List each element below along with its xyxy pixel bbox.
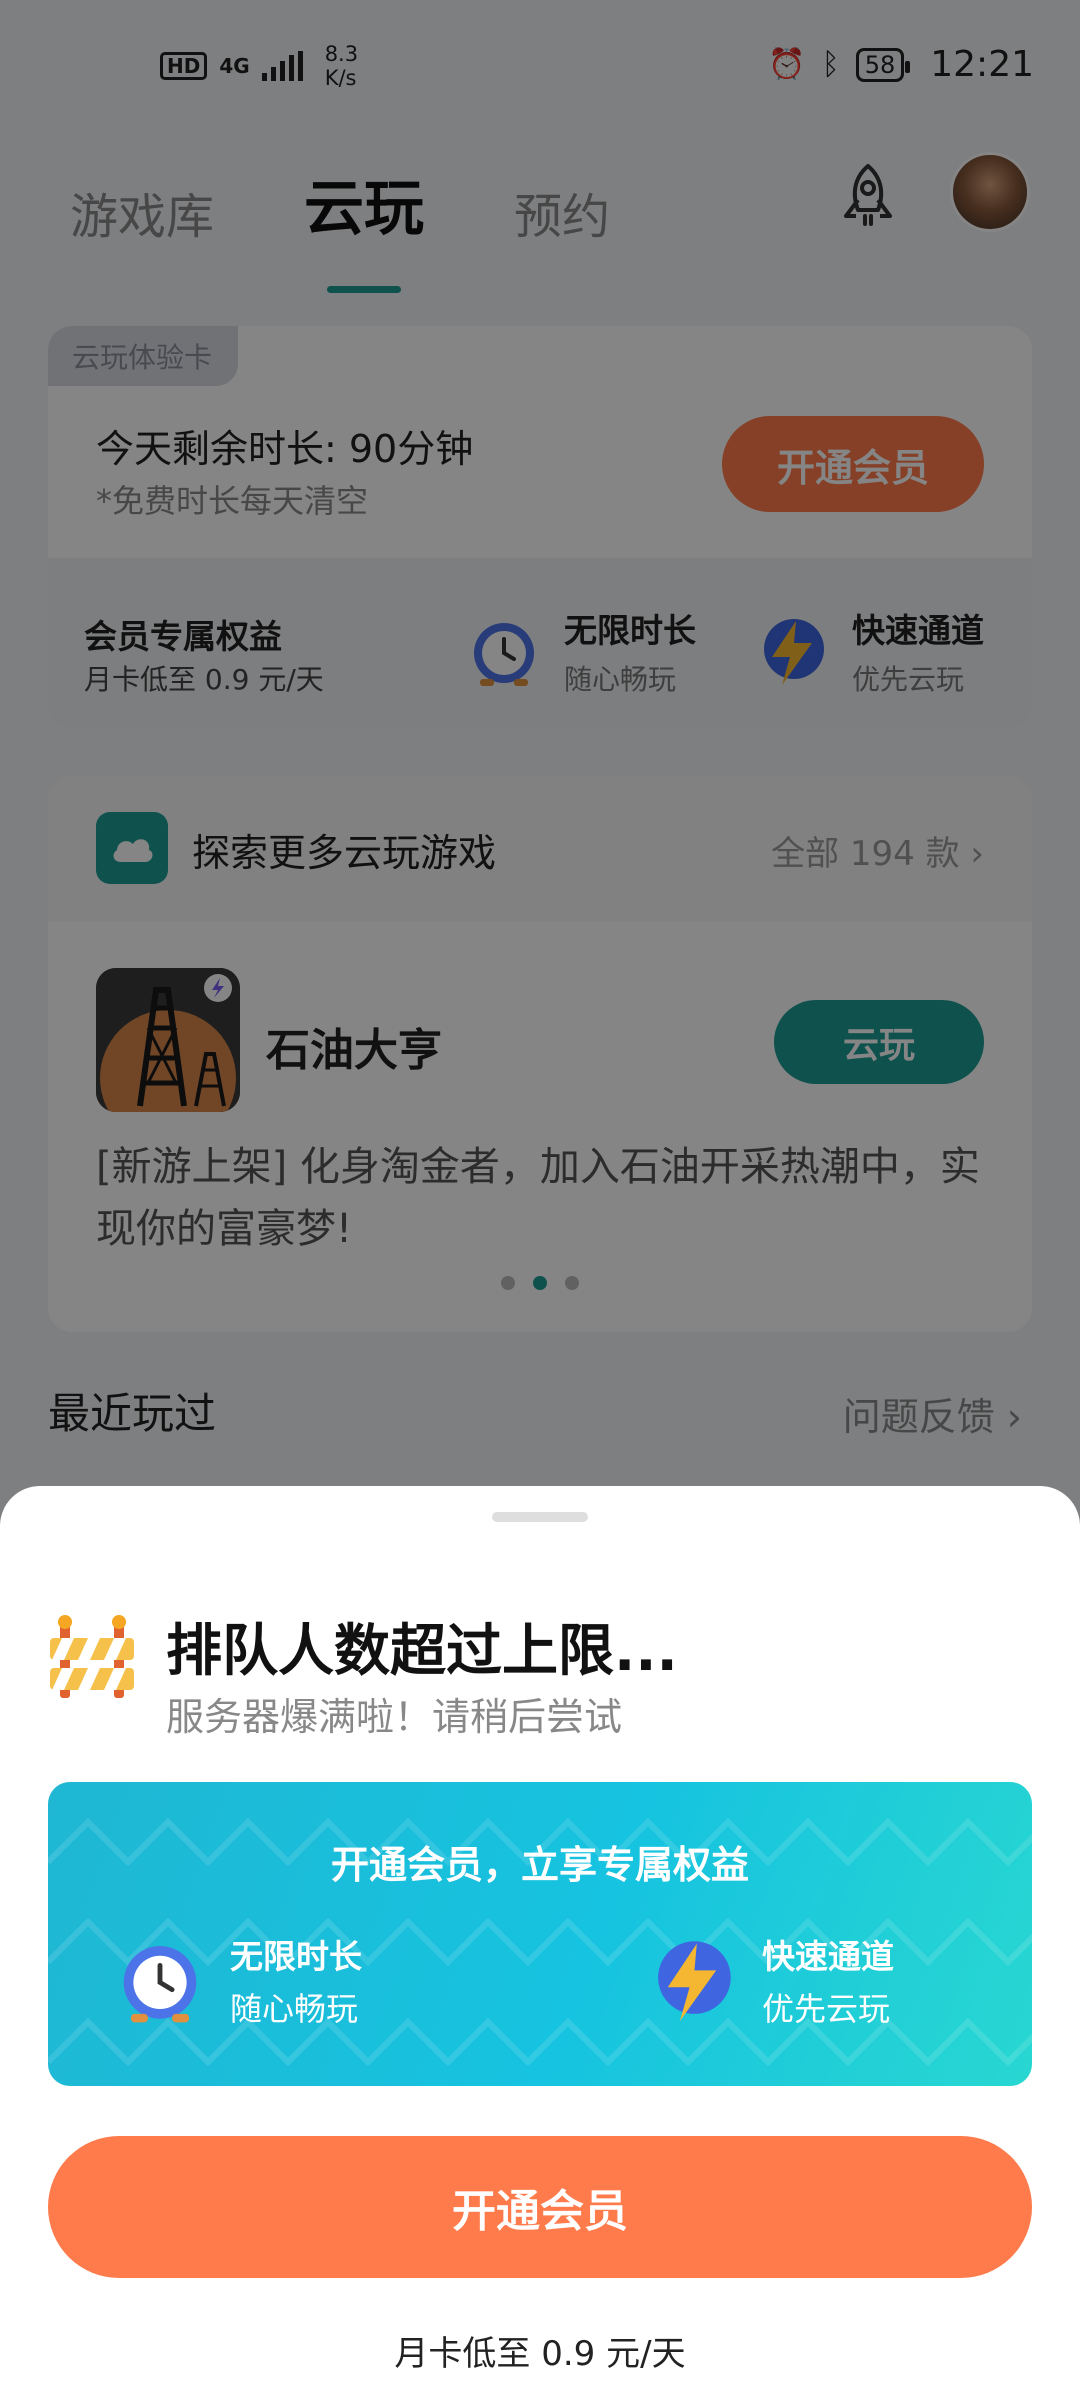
sheet-subtitle: 服务器爆满啦！请稍后尝试: [166, 1695, 623, 1739]
banner-perk-fast-lane-desc: 优先云玩: [762, 1990, 891, 2028]
banner-perk-unlimited-text: 无限时长 随心畅玩: [230, 1930, 362, 2030]
sheet-title: 排队人数超过上限...: [166, 1619, 678, 1684]
banner-perk-unlimited-desc: 随心畅玩: [230, 1990, 359, 2028]
queue-full-sheet: 排队人数超过上限... 服务器爆满啦！请稍后尝试 开通会员，立享专属权益 无限时…: [0, 1486, 1080, 2400]
banner-perk-fast-lane-name: 快速通道: [762, 1937, 894, 1976]
banner-perk-unlimited-name: 无限时长: [230, 1937, 362, 1976]
clock-icon: [123, 1946, 197, 2023]
open-membership-button[interactable]: 开通会员: [48, 2136, 1032, 2278]
price-note: 月卡低至 0.9 元/天: [394, 2334, 686, 2374]
sheet-drag-handle[interactable]: [492, 1512, 588, 1522]
lightning-icon: [658, 1941, 731, 2022]
membership-banner[interactable]: 开通会员，立享专属权益 无限时长 随心畅玩 快速通道 优先云玩: [48, 1782, 1032, 2086]
banner-perk-fast-lane-text: 快速通道 优先云玩: [762, 1930, 894, 2030]
banner-perk-unlimited: 无限时长 随心畅玩: [114, 1930, 362, 2030]
banner-perk-fast-lane: 快速通道 优先云玩: [646, 1930, 894, 2030]
banner-title: 开通会员，立享专属权益: [330, 1843, 749, 1887]
barrier-icon: [50, 1615, 134, 1698]
